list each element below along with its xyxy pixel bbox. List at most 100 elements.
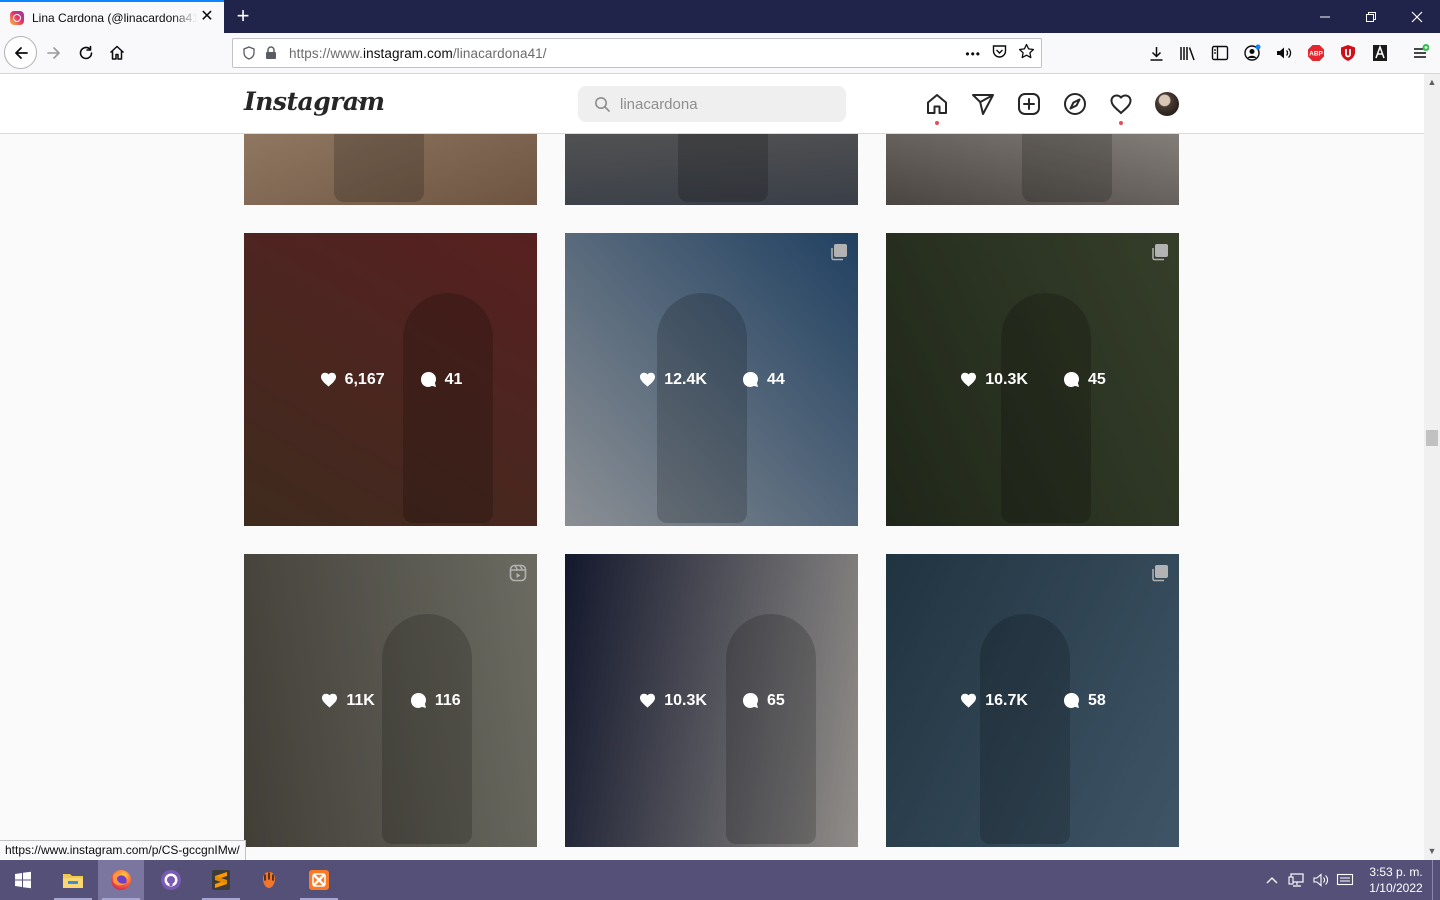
menu-hamburger-icon[interactable] <box>1409 42 1431 64</box>
back-button[interactable] <box>4 36 37 69</box>
notification-dot <box>935 121 939 125</box>
library-icon[interactable] <box>1177 42 1199 64</box>
volume-icon[interactable] <box>1310 860 1332 900</box>
bookmark-star-icon[interactable] <box>1018 43 1035 65</box>
restore-window-button[interactable] <box>1348 0 1394 33</box>
post-hover-overlay: 6,167 41 <box>244 233 537 526</box>
extension-icon[interactable] <box>1369 42 1391 64</box>
post-thumbnail[interactable]: 16.7K 58 <box>886 554 1179 847</box>
sidebar-icon[interactable] <box>1209 42 1231 64</box>
reload-icon <box>79 45 93 60</box>
page-scrollbar[interactable]: ▲ ▼ <box>1424 74 1440 860</box>
windows-start-button[interactable] <box>0 860 46 900</box>
page-actions-menu-button[interactable]: ••• <box>965 47 981 61</box>
likes-count: 16.7K <box>959 691 1028 710</box>
url-bar[interactable]: https://www.instagram.com/linacardona41/… <box>232 38 1042 68</box>
likes-count: 10.3K <box>638 691 707 710</box>
clock-time: 3:53 p. m. <box>1369 865 1423 879</box>
activity-nav-button[interactable] <box>1108 91 1134 125</box>
heart-filled-icon <box>961 372 977 387</box>
downloads-icon[interactable] <box>1145 42 1167 64</box>
sublime-text-icon <box>212 870 230 890</box>
minimize-window-button[interactable] <box>1302 0 1348 33</box>
file-explorer-icon <box>63 874 83 888</box>
home-button[interactable] <box>101 37 133 69</box>
tracking-protection-shield-icon[interactable] <box>239 43 259 63</box>
firefox-icon <box>111 870 131 890</box>
post-thumbnail[interactable]: 11K 116 <box>244 554 537 847</box>
home-icon <box>927 94 947 114</box>
comments-count: 45 <box>1062 370 1106 389</box>
ime-keyboard-icon[interactable] <box>1334 860 1356 900</box>
heart-filled-icon <box>640 693 656 708</box>
back-arrow-icon <box>14 46 28 59</box>
scroll-down-arrow-icon[interactable]: ▼ <box>1424 843 1440 860</box>
heart-filled-icon <box>961 693 977 708</box>
home-icon <box>109 45 125 60</box>
windows-start-icon <box>15 871 31 889</box>
heart-filled-icon <box>320 372 336 387</box>
speaker-icon[interactable] <box>1273 42 1295 64</box>
github-desktop-icon <box>161 870 181 890</box>
file-explorer-taskbar-button[interactable] <box>50 860 96 900</box>
close-icon <box>1411 11 1423 22</box>
ublock-shield-icon[interactable] <box>1337 42 1359 64</box>
forward-button[interactable] <box>38 37 70 69</box>
heart-filled-icon <box>322 693 338 708</box>
browser-navbar: https://www.instagram.com/linacardona41/… <box>0 33 1440 74</box>
instagram-favicon-icon <box>10 10 24 25</box>
github-desktop-taskbar-button[interactable] <box>148 860 194 900</box>
search-input[interactable] <box>620 95 820 113</box>
firefox-taskbar-button[interactable] <box>98 860 144 900</box>
show-hidden-icons-chevron-up-icon[interactable] <box>1262 860 1282 900</box>
new-post-icon <box>1018 93 1040 115</box>
post-hover-overlay: 11K 116 <box>244 554 537 847</box>
search-icon <box>595 97 610 112</box>
browser-tab-instagram[interactable]: Lina Cardona (@linacardona41) • Instagra… <box>0 0 224 33</box>
link-hover-status: https://www.instagram.com/p/CS-gccgnIMw/ <box>0 840 246 860</box>
comments-count: 116 <box>409 691 461 710</box>
scroll-up-arrow-icon[interactable]: ▲ <box>1424 74 1440 91</box>
tab-close-button[interactable]: ✕ <box>198 8 216 26</box>
pocket-icon[interactable] <box>991 43 1008 65</box>
comments-count: 44 <box>741 370 785 389</box>
likes-count: 10.3K <box>959 370 1028 389</box>
post-thumbnail[interactable]: 10.3K 45 <box>886 233 1179 526</box>
new-tab-button[interactable]: + <box>230 3 256 29</box>
home-nav-button[interactable] <box>924 91 950 125</box>
comment-filled-icon <box>410 692 426 709</box>
instagram-page: 6,167 41 12.4K 44 10.3K 45 11K 116 10.3K 65 16.7K 5… <box>0 74 1424 860</box>
post-thumbnail[interactable]: 10.3K 65 <box>565 554 858 847</box>
svg-text:ABP: ABP <box>1309 51 1323 58</box>
scrollbar-thumb[interactable] <box>1426 430 1438 446</box>
url-text[interactable]: https://www.instagram.com/linacardona41/ <box>289 46 547 61</box>
reload-button[interactable] <box>70 37 102 69</box>
system-clock[interactable]: 3:53 p. m. 1/10/2022 <box>1362 864 1430 896</box>
post-thumbnail[interactable]: 6,167 41 <box>244 233 537 526</box>
forward-arrow-icon <box>47 47 60 59</box>
direct-messages-nav-button[interactable] <box>970 91 996 117</box>
likes-count: 6,167 <box>319 370 385 389</box>
likes-count: 11K <box>320 691 375 710</box>
secure-lock-icon[interactable] <box>261 43 281 63</box>
new-post-nav-button[interactable] <box>1016 91 1042 117</box>
show-desktop-button[interactable] <box>1432 860 1440 900</box>
close-window-button[interactable] <box>1394 0 1440 33</box>
app-orange-icon <box>263 872 275 888</box>
network-icon[interactable] <box>1286 860 1308 900</box>
post-hover-overlay: 10.3K 45 <box>886 233 1179 526</box>
account-switch-chevron-down-icon[interactable] <box>356 96 366 106</box>
profile-avatar[interactable] <box>1155 92 1179 116</box>
sublime-text-taskbar-button[interactable] <box>198 860 244 900</box>
explore-nav-button[interactable] <box>1062 91 1088 117</box>
account-icon[interactable] <box>1241 42 1263 64</box>
post-hover-overlay: 12.4K 44 <box>565 233 858 526</box>
orange-app-taskbar-button[interactable] <box>246 860 292 900</box>
adblock-plus-icon[interactable]: ABP <box>1305 42 1327 64</box>
xampp-icon <box>309 870 329 890</box>
search-box[interactable] <box>578 86 846 122</box>
post-thumbnail[interactable]: 12.4K 44 <box>565 233 858 526</box>
explore-icon <box>1064 93 1086 115</box>
xampp-taskbar-button[interactable] <box>296 860 342 900</box>
comment-filled-icon <box>1063 692 1079 709</box>
